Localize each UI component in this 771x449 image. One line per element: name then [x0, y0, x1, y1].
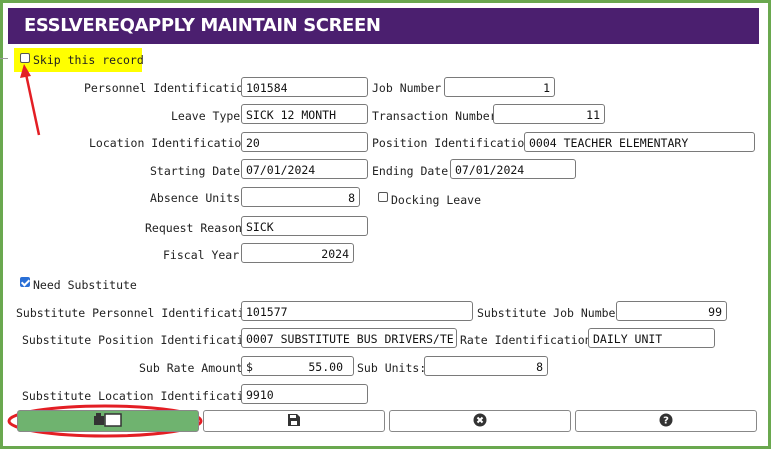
- sub-job-number-input[interactable]: 99: [616, 301, 727, 321]
- sub-rate-amount-value: 55.00: [308, 360, 343, 374]
- request-reason-input[interactable]: SICK: [241, 216, 368, 236]
- rate-id-label: Rate Identification:: [460, 333, 599, 347]
- need-substitute-checkbox[interactable]: [20, 277, 30, 287]
- help-icon: ?: [659, 412, 673, 431]
- transaction-number-label: Transaction Number:: [372, 109, 504, 123]
- sub-position-id-label: Substitute Position Identification:: [22, 333, 265, 347]
- need-substitute-label: Need Substitute: [33, 278, 137, 292]
- cancel-icon: [473, 412, 487, 431]
- absence-units-input[interactable]: 8: [241, 187, 360, 207]
- absence-units-label: Absence Units:: [150, 191, 247, 205]
- starting-date-label: Starting Date:: [150, 164, 247, 178]
- fiscal-year-label: Fiscal Year:: [163, 248, 247, 262]
- position-id-label: Position Identification:: [372, 136, 539, 150]
- sub-personnel-id-label: Substitute Personnel Identification:: [16, 306, 266, 320]
- docking-leave-checkbox[interactable]: [378, 192, 388, 202]
- sub-location-id-label: Substitute Location Identification:: [22, 389, 265, 403]
- currency-symbol: $: [246, 360, 253, 374]
- request-reason-label: Request Reason:: [145, 221, 249, 235]
- annotation-arrow-line: [24, 73, 41, 136]
- sub-units-input[interactable]: 8: [424, 356, 548, 376]
- position-id-input[interactable]: 0004 TEACHER ELEMENTARY: [524, 132, 755, 152]
- leave-type-input[interactable]: SICK 12 MONTH: [241, 104, 368, 124]
- help-button[interactable]: ?: [575, 410, 757, 432]
- personnel-id-label: Personnel Identification:: [84, 81, 258, 95]
- sub-units-label: Sub Units:: [357, 361, 427, 375]
- sub-job-number-label: Substitute Job Number:: [477, 306, 630, 320]
- location-id-input[interactable]: 20: [241, 132, 368, 152]
- sub-rate-amount-input[interactable]: $ 55.00: [241, 356, 354, 376]
- sub-rate-amount-label: Sub Rate Amount:: [139, 361, 250, 375]
- sub-personnel-id-input[interactable]: 101577: [241, 301, 473, 321]
- leave-type-label: Leave Type:: [171, 109, 248, 123]
- personnel-id-input[interactable]: 101584: [241, 77, 368, 97]
- ending-date-input[interactable]: 07/01/2024: [450, 159, 576, 179]
- transaction-number-input[interactable]: 11: [493, 104, 605, 124]
- save-icon: [287, 412, 301, 431]
- fiscal-year-input[interactable]: 2024: [241, 243, 354, 263]
- location-id-label: Location Identification:: [89, 136, 256, 150]
- cancel-button[interactable]: [389, 410, 571, 432]
- sub-location-id-input[interactable]: 9910: [241, 384, 368, 404]
- apply-screen-icon: [94, 412, 122, 431]
- annotation-arrow-head: [20, 64, 31, 78]
- starting-date-input[interactable]: 07/01/2024: [241, 159, 368, 179]
- ending-date-label: Ending Date:: [372, 164, 456, 178]
- apply-screen-button[interactable]: [17, 410, 199, 432]
- job-number-label: Job Number:: [372, 81, 449, 95]
- save-button[interactable]: [203, 410, 385, 432]
- annotation-overlay: [7, 64, 203, 438]
- sub-position-id-input[interactable]: 0007 SUBSTITUTE BUS DRIVERS/TE: [241, 328, 457, 348]
- job-number-input[interactable]: 1: [444, 77, 555, 97]
- svg-text:?: ?: [663, 415, 669, 426]
- rate-id-input[interactable]: DAILY UNIT: [588, 328, 715, 348]
- docking-leave-label: Docking Leave: [391, 193, 482, 207]
